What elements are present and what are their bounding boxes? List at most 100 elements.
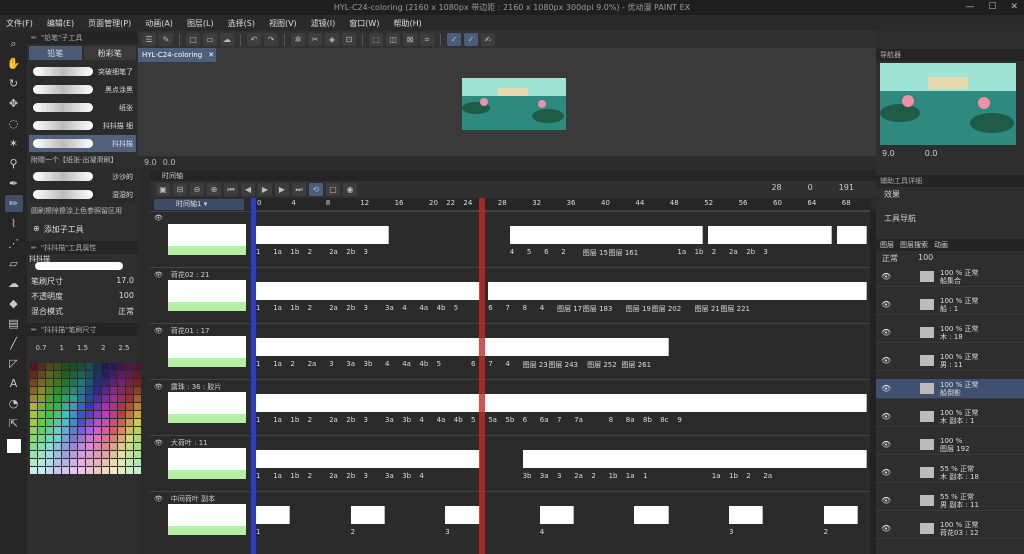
new-file-icon[interactable]: □ [186,33,200,46]
eye-icon[interactable]: 👁 [154,495,163,503]
color-swatch[interactable] [134,419,141,426]
color-swatch[interactable] [38,411,45,418]
nav-angle-value[interactable]: 0.0 [925,149,938,158]
color-swatch[interactable] [30,363,37,370]
color-swatch[interactable] [118,459,125,466]
balloon-icon[interactable]: ◔ [5,395,23,412]
eye-icon[interactable]: 👁 [881,272,891,281]
brush-icon[interactable]: ⌇ [5,215,23,232]
color-swatch[interactable] [38,443,45,450]
start-marker[interactable] [251,198,256,554]
color-swatch[interactable] [30,395,37,402]
color-swatch[interactable] [62,419,69,426]
rotate-icon[interactable]: ↻ [5,75,23,92]
cel-block[interactable] [488,282,867,300]
color-swatch[interactable] [118,467,125,474]
color-swatch[interactable] [94,403,101,410]
edit-icon[interactable]: ✎ [159,33,173,46]
color-swatch[interactable] [62,443,69,450]
color-swatch[interactable] [94,363,101,370]
zoom-value[interactable]: 9.0 [144,158,157,167]
timeline-track[interactable]: 👁 1 1a 1b 2 2a 2b 3 4 5 6 2 图层 15 图层 161 1a 1b 2 2a 2b 3 [150,211,870,266]
menu-item[interactable]: 动画(A) [145,18,173,29]
text-icon[interactable]: A [5,375,23,392]
color-swatch[interactable] [38,387,45,394]
layer-row[interactable]: 👁 55 % 正常 木 副本 : 18 [876,463,1024,483]
color-swatch[interactable] [78,379,85,386]
color-swatch[interactable] [54,459,61,466]
color-swatch[interactable] [62,451,69,458]
frame-ruler[interactable]: 0481216202224283236404448525660646872 [256,198,885,211]
color-swatch[interactable] [134,435,141,442]
menu-item[interactable]: 视图(V) [269,18,297,29]
color-swatch[interactable] [78,387,85,394]
brush-size-preset[interactable]: 1.5 [77,344,88,352]
color-swatch[interactable] [78,435,85,442]
layer-row[interactable]: 👁 100 % 正常 木 : 18 [876,323,1024,343]
color-swatch[interactable] [110,371,117,378]
color-swatch[interactable] [134,363,141,370]
menu-item[interactable]: 图层(L) [187,18,214,29]
color-swatch[interactable] [110,411,117,418]
layer-tab[interactable]: 图层 [880,239,894,251]
layer-opacity[interactable]: 100 [918,253,933,264]
color-swatch[interactable] [110,467,117,474]
color-swatch[interactable] [126,459,133,466]
brush-size-preset[interactable]: 0.7 [35,344,46,352]
main-color-icon[interactable] [6,439,21,453]
color-swatch[interactable] [118,395,125,402]
color-swatch[interactable] [70,379,77,386]
menu-item[interactable]: 滤镜(I) [311,18,336,29]
color-swatch[interactable] [62,427,69,434]
color-swatch[interactable] [118,451,125,458]
color-swatch[interactable] [134,411,141,418]
color-swatch[interactable] [54,363,61,370]
redo-icon[interactable]: ↷ [264,33,278,46]
color-swatch[interactable] [126,403,133,410]
minimize-icon[interactable]: — [965,2,974,12]
color-swatch[interactable] [134,451,141,458]
color-swatch[interactable] [126,363,133,370]
zoom-icon[interactable]: ⌕ [5,35,23,52]
color-swatch[interactable] [38,435,45,442]
menu-icon[interactable]: ☰ [142,33,156,46]
color-swatch[interactable] [70,363,77,370]
layer-tab[interactable]: 动画 [934,239,948,251]
cel-block[interactable] [256,226,390,244]
open-file-icon[interactable]: ▭ [203,33,217,46]
operation-icon[interactable]: ⇱ [5,415,23,432]
cel-block[interactable] [823,506,858,524]
color-swatch[interactable] [134,443,141,450]
color-swatch[interactable] [110,435,117,442]
lasso-icon[interactable]: ⌗ [420,33,434,46]
layer-row[interactable]: 👁 100 % 正常 男 : 11 [876,351,1024,371]
eraser-icon[interactable]: ▱ [5,255,23,272]
angle-value[interactable]: 0.0 [163,158,176,167]
color-swatch[interactable] [70,451,77,458]
new-cel-icon[interactable]: ▢ [326,183,340,196]
timeline-track[interactable]: 👁 荷花01 : 17 1 1a 2 2a 3 3a 3b 4 4a 4b 5 6 7 4 图层 23 图层 24… [150,323,870,378]
brush-item[interactable]: 抖抖描 细 [29,117,136,134]
color-swatch[interactable] [30,387,37,394]
cel-block[interactable] [256,394,867,412]
color-swatch[interactable] [134,427,141,434]
menu-item[interactable]: 编辑(E) [47,18,74,29]
cel-block[interactable] [256,506,291,524]
cel-block[interactable] [256,338,669,356]
color-swatch[interactable] [30,379,37,386]
eye-icon[interactable]: 👁 [881,412,891,421]
close-icon[interactable]: ✕ [1010,2,1018,12]
blend-mode-select[interactable]: 正常 [882,253,898,264]
cut-icon[interactable]: ✂ [308,33,322,46]
timeline-track[interactable]: 👁 露珠 : 36 : 胶片 1 1a 1b 2 2a 2b 3 3a 3b 4 4a 4b 5 5a 5b 6 6… [150,379,870,434]
color-swatch[interactable] [38,395,45,402]
layer-row[interactable]: 👁 100 % 正常 船集合 [876,267,1024,287]
menu-item[interactable]: 窗口(W) [349,18,379,29]
color-swatch[interactable] [46,467,53,474]
color-swatch[interactable] [110,395,117,402]
color-swatch[interactable] [78,419,85,426]
color-swatch[interactable] [54,427,61,434]
lasso-select-icon[interactable]: ◌ [5,115,23,132]
color-swatch[interactable] [70,387,77,394]
color-swatch[interactable] [46,411,53,418]
